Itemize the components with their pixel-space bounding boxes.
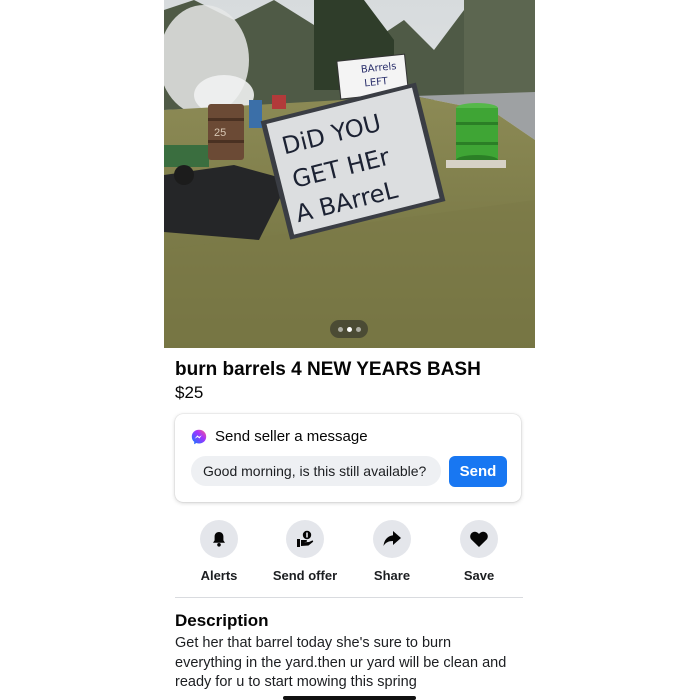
send-offer-action[interactable]: Send offer (261, 520, 349, 583)
listing-price: $25 (175, 383, 204, 402)
save-label: Save (463, 568, 495, 583)
pagination-dot (337, 326, 343, 332)
section-divider (175, 597, 523, 598)
listing-actions: Alerts Send offer Share Save (175, 520, 523, 586)
description-text: Get her that barrel today she's sure to … (175, 634, 525, 693)
description-line: Get her that barrel today she's sure to … (175, 635, 452, 651)
share-action[interactable]: Share (348, 520, 436, 583)
message-card-heading: Send seller a message (215, 428, 368, 445)
bell-icon (213, 532, 225, 547)
send-button[interactable]: Send (449, 456, 507, 487)
alerts-label: Alerts (200, 568, 238, 583)
offer-icon (297, 530, 314, 547)
pagination-dot-active (346, 326, 352, 332)
send-offer-label: Send offer (272, 568, 338, 583)
photo-pagination-dots (330, 320, 368, 338)
pagination-dot (355, 326, 361, 332)
alerts-button[interactable] (200, 520, 238, 558)
save-button[interactable] (460, 520, 498, 558)
home-indicator[interactable] (283, 696, 416, 700)
messenger-icon (191, 429, 207, 444)
barrel-number: 25 (214, 127, 226, 139)
description-line: ready for u to start mowing this spring (175, 674, 417, 690)
listing-photo-illustration: 25 BArrels LEFT DiD YOU GET HEr A BArreL (164, 0, 535, 348)
share-arrow-icon (383, 531, 401, 546)
save-action[interactable]: Save (435, 520, 523, 583)
listing-title: burn barrels 4 NEW YEARS BASH (175, 359, 481, 380)
message-seller-card: Send seller a message Good morning, is t… (175, 414, 521, 502)
send-offer-button[interactable] (286, 520, 324, 558)
description-line: everything in the yard.then ur yard will… (175, 654, 507, 671)
share-label: Share (373, 568, 411, 583)
share-button[interactable] (373, 520, 411, 558)
listing-photo[interactable]: 25 BArrels LEFT DiD YOU GET HEr A BArreL (164, 0, 535, 348)
alerts-action[interactable]: Alerts (175, 520, 263, 583)
heart-icon (470, 531, 488, 547)
message-input[interactable]: Good morning, is this still available? (191, 456, 441, 486)
message-card-header: Send seller a message (191, 428, 368, 445)
description-heading: Description (175, 611, 269, 630)
